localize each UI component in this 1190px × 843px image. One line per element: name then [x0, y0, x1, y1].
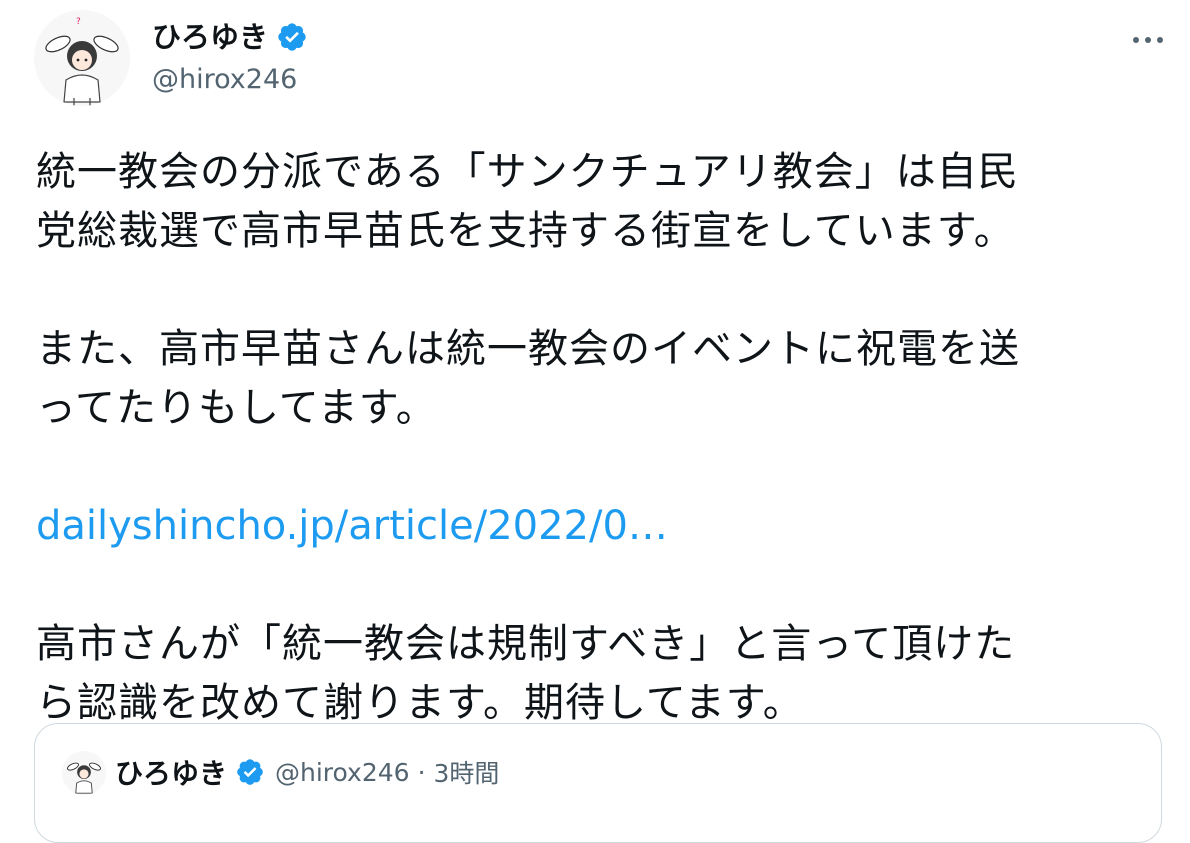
quoted-author-row: ひろゆき @hirox246 · 3時間: [115, 752, 499, 792]
verified-badge-icon: [237, 759, 263, 785]
verified-badge-icon: [278, 23, 306, 51]
author-display-name[interactable]: ひろゆき: [152, 17, 268, 57]
quoted-timestamp[interactable]: 3時間: [434, 754, 500, 790]
tweet-line: また、高市早苗さんは統一教会のイベントに祝電を送: [36, 326, 1020, 372]
bunny-girl-avatar-icon: ?: [45, 17, 119, 106]
tweet-text: 統一教会の分派である「サンクチュアリ教会」は自民 党総裁選で高市早苗氏を支持する…: [36, 143, 1146, 733]
bunny-girl-avatar-icon: [67, 762, 101, 794]
svg-text:?: ?: [76, 17, 81, 27]
quoted-author-avatar: [62, 751, 106, 795]
author-handle[interactable]: @hirox246: [152, 62, 297, 98]
quoted-tweet-card[interactable]: ひろゆき @hirox246 · 3時間: [34, 723, 1162, 843]
tweet-line: 高市さんが「統一教会は規制すべき」と言って頂けた: [36, 621, 1016, 667]
author-avatar[interactable]: ?: [34, 10, 130, 106]
tweet-line: 党総裁選で高市早苗氏を支持する街宣をしています。: [36, 208, 1015, 254]
quoted-author-handle: @hirox246: [275, 757, 410, 787]
tweet-line: ってたりもしてます。: [36, 385, 437, 431]
more-options-icon[interactable]: [1128, 22, 1168, 58]
tweet-link[interactable]: dailyshincho.jp/article/2022/0…: [36, 497, 1146, 556]
quoted-author-name: ひろゆき: [115, 757, 228, 790]
tweet-line: 統一教会の分派である「サンクチュアリ教会」は自民: [36, 149, 1019, 195]
author-name-row: ひろゆき: [152, 17, 308, 57]
separator-dot: ·: [417, 757, 426, 787]
